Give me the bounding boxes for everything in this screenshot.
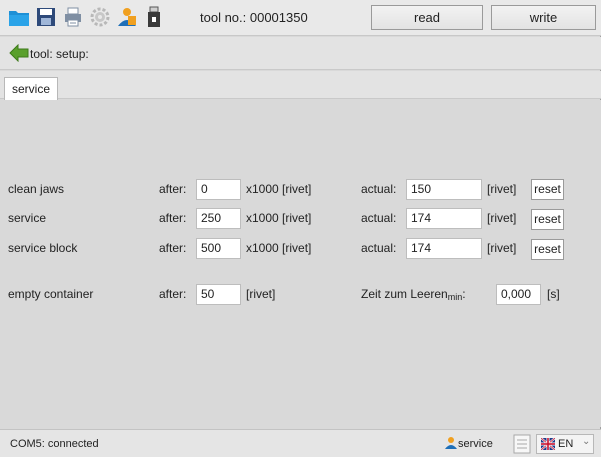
after-label: after: [159,287,187,301]
service-reset-button[interactable]: reset [531,209,564,230]
clean-jaws-reset-button[interactable]: reset [531,179,564,200]
service-block-reset-button[interactable]: reset [531,239,564,260]
after-unit: x1000 [rivet] [246,182,312,196]
after-label: after: [159,182,187,196]
toolbar: tool no.: 00001350 read write [0,0,601,36]
row-label-clean-jaws: clean jaws [8,182,65,196]
write-button[interactable]: write [491,5,596,30]
actual-label: actual: [361,241,397,255]
user-icon[interactable] [116,6,138,28]
tab-bar: service [0,71,601,100]
service-block-actual-field[interactable]: 174 [406,238,482,259]
service-actual-field[interactable]: 174 [406,208,482,229]
clean-jaws-after-input[interactable]: 0 [196,179,241,200]
service-after-input[interactable]: 250 [196,208,241,229]
tool-number: tool no.: 00001350 [200,10,308,25]
document-icon[interactable] [513,434,531,454]
actual-label: actual: [361,211,397,225]
after-unit: [rivet] [246,287,276,301]
breadcrumb-text: tool: setup: [30,47,89,61]
tab-service[interactable]: service [4,77,59,100]
actual-unit: [rivet] [487,182,517,196]
service-block-after-input[interactable]: 500 [196,238,241,259]
row-label-service: service [8,211,47,225]
uk-flag-icon [541,438,555,450]
time-to-empty-label: Zeit zum Leerenmin: [361,287,466,302]
folder-icon[interactable] [8,6,30,28]
time-unit: [s] [547,287,560,301]
connection-status: COM5: connected [10,438,99,450]
language-select[interactable]: EN ⌄ [536,434,594,454]
actual-label: actual: [361,182,397,196]
current-user: service [458,438,493,450]
read-button[interactable]: read [371,5,483,30]
printer-icon[interactable] [62,6,84,28]
clean-jaws-actual-field[interactable]: 150 [406,179,482,200]
after-unit: x1000 [rivet] [246,211,312,225]
row-label-service-block: service block [8,241,78,255]
usb-drive-icon[interactable] [143,6,165,28]
service-panel: clean jaws after: 0 x1000 [rivet] actual… [0,100,601,427]
app-window: tool no.: 00001350 read write tool: setu… [0,0,601,457]
time-to-empty-field[interactable]: 0,000 [496,284,541,305]
status-bar: COM5: connected service EN ⌄ [0,429,601,457]
save-icon[interactable] [35,6,57,28]
user-icon [445,437,457,449]
gear-icon[interactable] [89,6,111,28]
chevron-down-icon: ⌄ [582,436,591,447]
actual-unit: [rivet] [487,241,517,255]
after-label: after: [159,241,187,255]
after-label: after: [159,211,187,225]
language-code: EN [558,438,574,450]
empty-container-after-input[interactable]: 50 [196,284,241,305]
row-label-empty-container: empty container [8,287,94,301]
breadcrumb: tool: setup: [0,37,601,70]
actual-unit: [rivet] [487,211,517,225]
after-unit: x1000 [rivet] [246,241,312,255]
back-arrow-icon[interactable] [9,44,29,62]
